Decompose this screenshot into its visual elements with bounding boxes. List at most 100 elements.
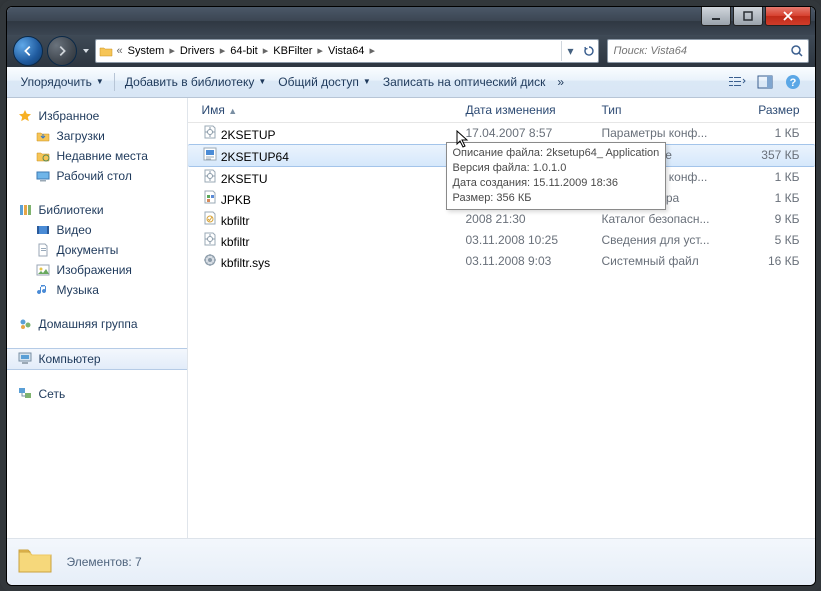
sidebar-item-recent[interactable]: Недавние места: [7, 146, 187, 166]
status-bar: Элементов: 7: [7, 538, 815, 585]
star-icon: [17, 108, 33, 124]
share-menu[interactable]: Общий доступ▼: [272, 75, 377, 89]
music-icon: [35, 282, 51, 298]
chevron-right-icon[interactable]: ▸: [219, 44, 227, 57]
column-date[interactable]: Дата изменения: [458, 103, 594, 117]
favorites-header[interactable]: Избранное: [7, 106, 187, 126]
svg-text:?: ?: [789, 77, 796, 89]
breadcrumb-item[interactable]: 64-bit: [226, 45, 262, 57]
file-date: 17.04.2007 8:57: [458, 126, 594, 140]
search-box[interactable]: [607, 39, 809, 63]
file-type: Каталог безопасн...: [594, 212, 730, 226]
navbar: « System▸ Drivers▸ 64-bit▸ KBFilter▸ Vis…: [7, 35, 815, 67]
maximize-button[interactable]: [733, 7, 763, 26]
file-icon: [202, 146, 218, 162]
folder-icon: [17, 544, 53, 580]
preview-pane-button[interactable]: [753, 70, 777, 94]
view-options-button[interactable]: [725, 70, 749, 94]
breadcrumb: « System▸ Drivers▸ 64-bit▸ KBFilter▸ Vis…: [116, 44, 561, 57]
chevron-right-icon[interactable]: ▸: [168, 44, 176, 57]
sidebar-item-pictures[interactable]: Изображения: [7, 260, 187, 280]
libraries-header[interactable]: Библиотеки: [7, 200, 187, 220]
file-size: 1 КБ: [730, 191, 808, 205]
file-size: 9 КБ: [730, 212, 808, 226]
computer-icon: [17, 351, 33, 367]
search-input[interactable]: [608, 45, 786, 57]
add-to-library-menu[interactable]: Добавить в библиотеку▼: [119, 75, 272, 89]
file-row[interactable]: kbfiltr.sys 03.11.2008 9:03Системный файл…: [188, 251, 815, 272]
file-type: Параметры конф...: [594, 126, 730, 140]
chevron-right-icon[interactable]: ▸: [262, 44, 270, 57]
chevron-right-icon[interactable]: ▸: [316, 44, 324, 57]
column-name[interactable]: Имя ▲: [194, 103, 458, 117]
address-bar[interactable]: « System▸ Drivers▸ 64-bit▸ KBFilter▸ Vis…: [95, 39, 599, 63]
file-name: 2KSETU: [221, 172, 268, 186]
minimize-button[interactable]: [701, 7, 731, 26]
file-date: 03.11.2008 10:25: [458, 233, 594, 247]
video-icon: [35, 222, 51, 238]
file-size: 16 КБ: [730, 254, 808, 268]
column-type[interactable]: Тип: [594, 103, 730, 117]
close-button[interactable]: [765, 7, 811, 26]
file-size: 1 КБ: [730, 170, 808, 184]
content-area: Избранное Загрузки Недавние места Рабочи…: [7, 98, 815, 538]
help-button[interactable]: ?: [781, 70, 805, 94]
column-headers: Имя ▲ Дата изменения Тип Размер: [188, 98, 815, 123]
sidebar-item-videos[interactable]: Видео: [7, 220, 187, 240]
sidebar-item-documents[interactable]: Документы: [7, 240, 187, 260]
sidebar-item-desktop[interactable]: Рабочий стол: [7, 166, 187, 186]
documents-icon: [35, 242, 51, 258]
homegroup-icon: [17, 316, 33, 332]
downloads-icon: [35, 128, 51, 144]
file-name: 2KSETUP64: [221, 150, 289, 164]
breadcrumb-item[interactable]: System: [124, 45, 169, 57]
breadcrumb-item[interactable]: Vista64: [324, 45, 369, 57]
file-name: 2KSETUP: [221, 128, 276, 142]
titlebar[interactable]: [7, 7, 815, 35]
file-icon: [202, 124, 218, 140]
column-size[interactable]: Размер: [730, 103, 808, 117]
file-icon: [202, 168, 218, 184]
file-date: 03.11.2008 9:03: [458, 254, 594, 268]
nav-history-dropdown-icon[interactable]: [81, 44, 91, 58]
network-header[interactable]: Сеть: [7, 384, 187, 404]
search-icon[interactable]: [786, 44, 808, 58]
folder-icon: [96, 45, 116, 57]
file-icon: [202, 231, 218, 247]
file-tooltip: Описание файла: 2ksetup64_ Application В…: [446, 142, 667, 210]
homegroup-header[interactable]: Домашняя группа: [7, 314, 187, 334]
back-button[interactable]: [13, 36, 43, 66]
address-dropdown-button[interactable]: ▾: [562, 41, 580, 61]
sidebar-item-downloads[interactable]: Загрузки: [7, 126, 187, 146]
refresh-button[interactable]: [580, 41, 598, 61]
nav-pane[interactable]: Избранное Загрузки Недавние места Рабочи…: [7, 98, 188, 538]
chevron-right-icon[interactable]: «: [116, 45, 124, 57]
desktop-icon: [35, 168, 51, 184]
organize-menu[interactable]: Упорядочить▼: [15, 75, 110, 89]
explorer-window: « System▸ Drivers▸ 64-bit▸ KBFilter▸ Vis…: [6, 6, 816, 586]
file-row[interactable]: 2KSETUP17.04.2007 8:57Параметры конф...1…: [188, 123, 815, 144]
file-name: kbfiltr: [221, 235, 250, 249]
cursor-icon: [456, 130, 472, 150]
chevron-right-icon[interactable]: ▸: [368, 44, 376, 57]
recent-icon: [35, 148, 51, 164]
forward-button[interactable]: [47, 36, 77, 66]
file-size: 357 КБ: [730, 148, 808, 162]
file-row[interactable]: kbfiltr 03.11.2008 10:25Сведения для уст.…: [188, 230, 815, 251]
breadcrumb-item[interactable]: KBFilter: [269, 45, 316, 57]
file-row[interactable]: kbfiltr2008 21:30Каталог безопасн...9 КБ: [188, 209, 815, 230]
computer-header[interactable]: Компьютер: [7, 348, 187, 370]
file-name: JPKB: [221, 193, 251, 207]
file-size: 5 КБ: [730, 233, 808, 247]
toolbar-overflow[interactable]: »: [551, 75, 570, 89]
file-type: Системный файл: [594, 254, 730, 268]
libraries-icon: [17, 202, 33, 218]
file-list-pane: Имя ▲ Дата изменения Тип Размер 2KSETUP 1…: [188, 98, 815, 538]
file-type: Сведения для уст...: [594, 233, 730, 247]
sidebar-item-music[interactable]: Музыка: [7, 280, 187, 300]
breadcrumb-item[interactable]: Drivers: [176, 45, 219, 57]
file-name: kbfiltr.sys: [221, 256, 270, 270]
file-icon: [202, 252, 218, 268]
burn-button[interactable]: Записать на оптический диск: [377, 75, 552, 89]
file-icon: [202, 210, 218, 226]
